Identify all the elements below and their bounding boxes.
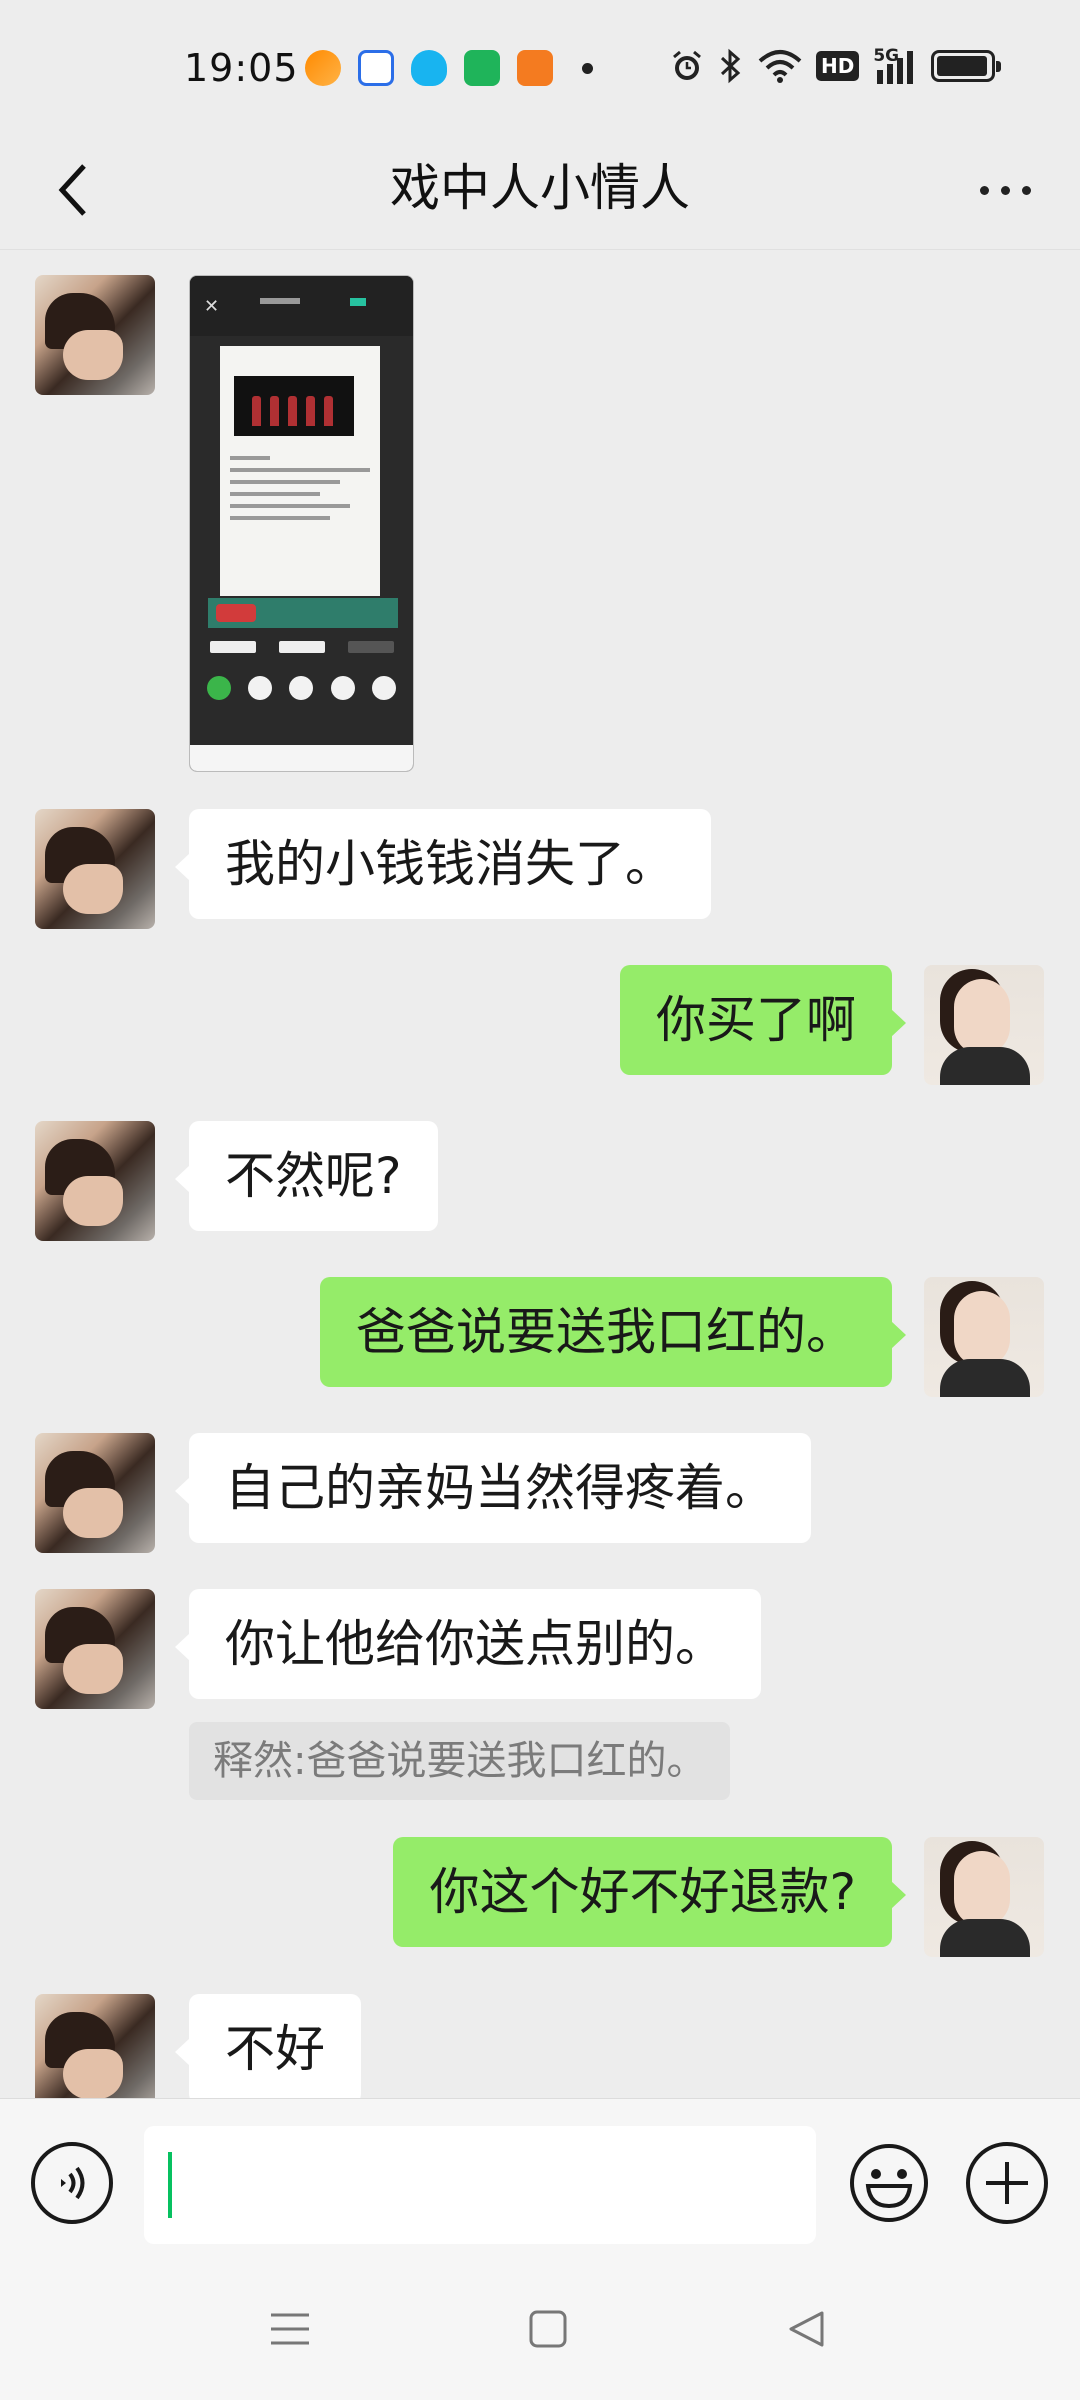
quoted-reply[interactable]: 释然:爸爸说要送我口红的。 xyxy=(189,1722,731,1800)
status-app-icons xyxy=(305,50,593,86)
voice-icon xyxy=(61,2166,85,2200)
self-avatar[interactable] xyxy=(924,1837,1044,1957)
emoji-icon xyxy=(850,2144,928,2222)
emoji-button[interactable] xyxy=(848,2142,930,2224)
reader-icon xyxy=(517,50,553,86)
back-system-button[interactable] xyxy=(766,2294,846,2364)
shopping-icon xyxy=(464,50,500,86)
more-dots-icon xyxy=(979,185,989,195)
voice-button[interactable] xyxy=(31,2142,113,2224)
message-bubble-received[interactable]: 自己的亲妈当然得疼着。 xyxy=(175,1433,811,1543)
status-bar: 19:05 HD 5G xyxy=(0,0,1080,130)
menu-icon xyxy=(271,2313,309,2345)
status-time: 19:05 xyxy=(184,46,299,90)
contact-avatar[interactable] xyxy=(35,1121,155,1241)
contact-avatar[interactable] xyxy=(35,1589,155,1709)
plus-button[interactable] xyxy=(966,2142,1048,2224)
message-bubble-received[interactable]: 你让他给你送点别的。 xyxy=(175,1589,761,1699)
home-button[interactable] xyxy=(508,2294,588,2364)
message-bubble-received[interactable]: 不然呢? xyxy=(175,1121,438,1231)
text-caret xyxy=(168,2152,172,2218)
alarm-icon xyxy=(673,50,701,80)
input-bar xyxy=(0,2098,1080,2258)
home-icon xyxy=(529,2310,567,2348)
message-bubble-sent[interactable]: 你买了啊 xyxy=(620,965,906,1075)
signal-icon: 5G xyxy=(873,48,917,84)
back-triangle-icon xyxy=(789,2311,824,2347)
orange-app-icon xyxy=(305,50,341,86)
wifi-icon xyxy=(758,50,802,83)
page-title: 戏中人小情人 xyxy=(390,159,690,217)
bluetooth-icon xyxy=(720,48,741,84)
system-navigation xyxy=(0,2258,1080,2400)
contact-avatar[interactable] xyxy=(35,275,155,395)
chat-header: 戏中人小情人 xyxy=(0,130,1080,250)
product-card-image xyxy=(220,346,380,596)
baidu-icon xyxy=(358,50,394,86)
recent-apps-button[interactable] xyxy=(250,2294,330,2364)
message-bubble-sent[interactable]: 你这个好不好退款? xyxy=(393,1837,906,1947)
notification-dot xyxy=(582,62,593,74)
contact-avatar[interactable] xyxy=(35,1994,155,2098)
more-button[interactable] xyxy=(960,150,1050,230)
self-avatar[interactable] xyxy=(924,1277,1044,1397)
battery-icon xyxy=(931,50,1002,82)
qq-icon xyxy=(411,50,447,86)
message-input[interactable] xyxy=(144,2126,816,2244)
message-list[interactable]: ✕ 我的小钱钱消失了。 你买了啊 不然呢? 爸爸说要送我口红的。 自己的亲妈当然… xyxy=(0,251,1080,2098)
close-icon: ✕ xyxy=(204,296,220,317)
message-bubble-sent[interactable]: 爸爸说要送我口红的。 xyxy=(320,1277,906,1387)
battery-level xyxy=(937,56,987,76)
lipstick-set-image xyxy=(234,376,354,436)
message-bubble-received[interactable]: 我的小钱钱消失了。 xyxy=(175,809,711,919)
contact-avatar[interactable] xyxy=(35,809,155,929)
hd-badge: HD xyxy=(816,51,860,81)
message-bubble-received[interactable]: 不好 xyxy=(175,1994,361,2098)
status-system-icons: HD 5G xyxy=(670,48,1002,84)
contact-avatar[interactable] xyxy=(35,1433,155,1553)
screenshot-thumbnail[interactable]: ✕ xyxy=(189,275,414,772)
self-avatar[interactable] xyxy=(924,965,1044,1085)
